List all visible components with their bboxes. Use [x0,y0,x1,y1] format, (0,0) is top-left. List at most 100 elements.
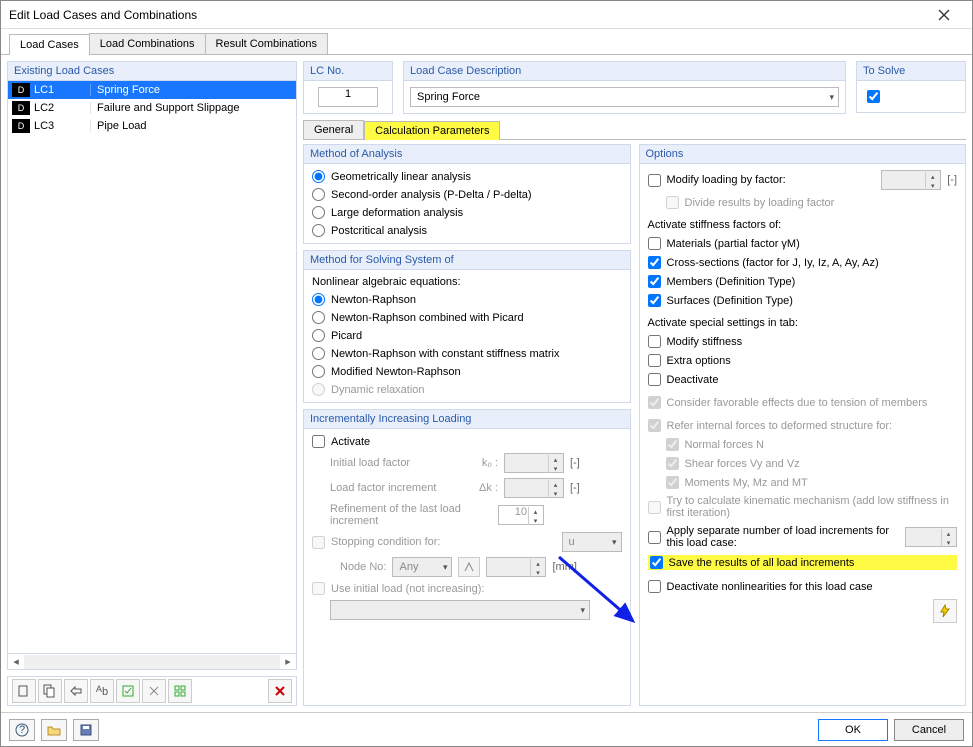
radio-label: Newton-Raphson combined with Picard [331,312,524,324]
radio-label: Postcritical analysis [331,225,427,237]
tab-load-cases[interactable]: Load Cases [9,34,90,55]
radio-label: Second-order analysis (P-Delta / P-delta… [331,189,532,201]
tool-button-6[interactable] [142,679,166,703]
check-surfaces[interactable]: Surfaces (Definition Type) [648,294,958,307]
method-analysis-header: Method of Analysis [304,145,630,164]
tool-button-7[interactable] [168,679,192,703]
check-materials[interactable]: Materials (partial factor γM) [648,237,958,250]
load-increment-label: Load factor increment [312,482,462,494]
existing-load-cases-header: Existing Load Cases [7,61,297,81]
radio-second-order[interactable]: Second-order analysis (P-Delta / P-delta… [312,188,622,201]
check-refer-deformed: Refer internal forces to deformed struct… [648,419,958,432]
radio-label: Newton-Raphson with constant stiffness m… [331,348,559,360]
check-extra-options[interactable]: Extra options [648,354,958,367]
subtab-general[interactable]: General [303,120,364,139]
check-label: Activate [331,436,370,448]
radio-geom-linear[interactable]: Geometrically linear analysis [312,170,622,183]
load-case-list[interactable]: D LC1 Spring Force D LC2 Failure and Sup… [7,81,297,654]
cancel-button[interactable]: Cancel [894,719,964,741]
radio-label: Geometrically linear analysis [331,171,471,183]
radio-nr-picard[interactable]: Newton-Raphson combined with Picard [312,311,622,324]
radio-large-deformation[interactable]: Large deformation analysis [312,206,622,219]
tab-load-combinations[interactable]: Load Combinations [89,33,206,54]
initial-load-input: ▴▾ [504,453,564,473]
load-increment-input: ▴▾ [504,478,564,498]
check-modify-stiffness[interactable]: Modify stiffness [648,335,958,348]
to-solve-label: To Solve [856,61,966,81]
check-divide-results: Divide results by loading factor [648,196,958,209]
radio-modified-nr[interactable]: Modified Newton-Raphson [312,365,622,378]
check-deactivate[interactable]: Deactivate [648,373,958,386]
to-solve-checkbox[interactable] [867,90,880,103]
check-save-results[interactable]: Save the results of all load increments [650,556,855,569]
list-item[interactable]: D LC1 Spring Force [8,81,296,99]
pick-node-button [458,557,480,577]
check-label: Try to calculate kinematic mechanism (ad… [667,495,958,519]
check-label: Refer internal forces to deformed struct… [667,420,893,432]
node-value-input: ▴▾ [486,557,546,577]
nodeno-select: Any [392,557,452,577]
check-label: Extra options [667,355,731,367]
check-stopping: Stopping condition for: u [312,532,622,552]
list-item[interactable]: D LC3 Pipe Load [8,117,296,135]
lc-no-input[interactable]: 1 [318,87,378,107]
close-button[interactable] [924,1,964,29]
check-deactivate-nonlin[interactable]: Deactivate nonlinearities for this load … [648,580,958,593]
check-modify-loading[interactable]: Modify loading by factor: [648,174,786,187]
tool-button-4[interactable]: Ab [90,679,114,703]
delete-button[interactable] [268,679,292,703]
radio-label: Picard [331,330,362,342]
tab-result-combinations[interactable]: Result Combinations [205,33,329,54]
radio-postcritical[interactable]: Postcritical analysis [312,224,622,237]
lc-no-label: LC No. [303,61,393,81]
lc-desc-select[interactable]: Spring Force [410,87,839,107]
radio-dynamic-relaxation: Dynamic relaxation [312,383,622,396]
check-cross-sections[interactable]: Cross-sections (factor for J, Iy, Iz, A,… [648,256,958,269]
check-members[interactable]: Members (Definition Type) [648,275,958,288]
nodeno-value: Any [399,561,418,573]
check-label: Deactivate nonlinearities for this load … [667,581,873,593]
lc-tag: D [12,119,30,133]
radio-label: Newton-Raphson [331,294,416,306]
ok-button[interactable]: OK [818,719,888,741]
scroll-left-button[interactable]: ◂ [8,655,24,669]
subtab-calculation-parameters[interactable]: Calculation Parameters [364,121,500,140]
radio-picard[interactable]: Picard [312,329,622,342]
scrollbar-track[interactable] [24,655,280,669]
lightning-button[interactable] [933,599,957,623]
lc-desc-label: Load Case Description [403,61,846,81]
dk-symbol: Δk : [468,482,498,494]
radio-nr-constant[interactable]: Newton-Raphson with constant stiffness m… [312,347,622,360]
solving-subtitle: Nonlinear algebraic equations: [312,276,622,288]
radio-label: Modified Newton-Raphson [331,366,461,378]
lc-tag: D [12,101,30,115]
check-label: Modify loading by factor: [667,174,786,186]
radio-newton-raphson[interactable]: Newton-Raphson [312,293,622,306]
tool-button-5[interactable] [116,679,140,703]
help-button[interactable]: ? [9,719,35,741]
copy-button[interactable] [38,679,62,703]
new-button[interactable] [12,679,36,703]
folder-button[interactable] [41,719,67,741]
check-label: Modify stiffness [667,336,743,348]
save-button[interactable] [73,719,99,741]
check-shear-forces: Shear forces Vy and Vz [648,457,958,470]
list-item[interactable]: D LC2 Failure and Support Slippage [8,99,296,117]
radio-label: Large deformation analysis [331,207,463,219]
check-separate-increments[interactable]: Apply separate number of load increments… [648,525,900,549]
refinement-value: 10 [515,506,527,518]
activate-stiffness-label: Activate stiffness factors of: [648,219,958,231]
check-label: Stopping condition for: [331,536,440,548]
check-favorable: Consider favorable effects due to tensio… [648,396,958,409]
check-kinematic: Try to calculate kinematic mechanism (ad… [648,495,958,519]
check-use-initial: Use initial load (not increasing): [312,582,622,595]
tool-button-3[interactable] [64,679,88,703]
separate-increments-input: ▴▾ [905,527,957,547]
check-label: Moments My, Mz and MT [685,477,808,489]
lc-code: LC2 [34,102,90,114]
unit-label: [-] [570,482,580,494]
special-settings-label: Activate special settings in tab: [648,317,958,329]
check-activate[interactable]: Activate [312,435,622,448]
scroll-right-button[interactable]: ▸ [280,655,296,669]
refinement-input[interactable]: 10▴▾ [498,505,544,525]
